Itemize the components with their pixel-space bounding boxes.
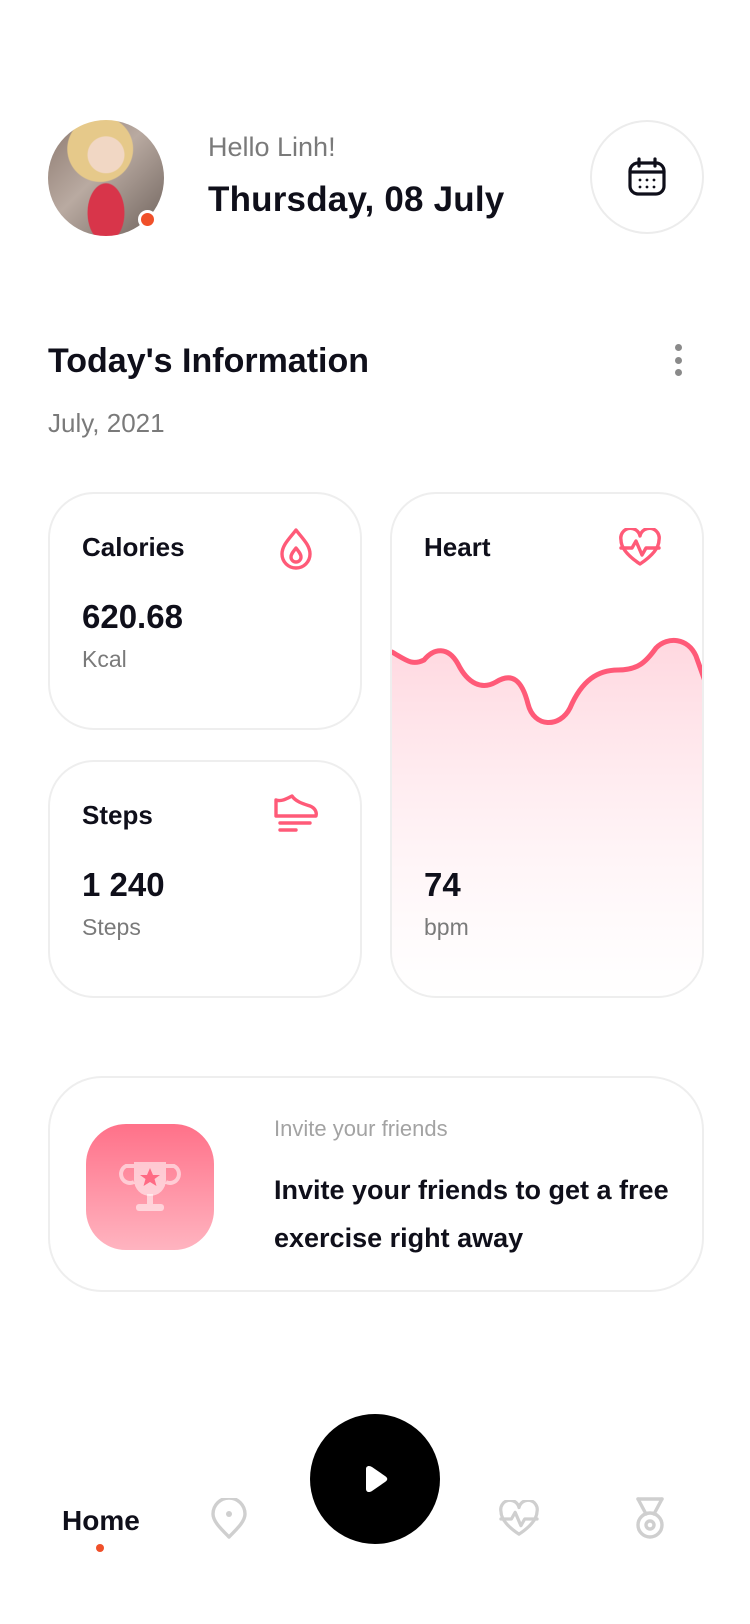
- play-button[interactable]: [310, 1414, 440, 1544]
- steps-value: 1 240: [82, 866, 165, 903]
- calendar-icon: [628, 157, 666, 196]
- nav-active-indicator: [96, 1544, 104, 1552]
- heart-pulse-nav-icon[interactable]: [498, 1500, 540, 1538]
- more-vertical-icon: [674, 344, 682, 351]
- heart-card[interactable]: Heart 74 bpm: [390, 492, 704, 998]
- calories-unit: Kcal: [82, 646, 127, 672]
- section-subtitle: July, 2021: [48, 408, 165, 438]
- more-options-button[interactable]: [668, 344, 688, 376]
- invite-badge: [86, 1124, 214, 1250]
- heart-unit: bpm: [424, 914, 469, 940]
- steps-unit: Steps: [82, 914, 141, 940]
- calories-card[interactable]: Calories 620.68 Kcal: [48, 492, 362, 730]
- invite-card[interactable]: Invite your friends Invite your friends …: [48, 1076, 704, 1292]
- nav-home[interactable]: Home: [62, 1505, 140, 1537]
- calories-title: Calories: [82, 532, 185, 562]
- flame-drop-icon: [280, 528, 312, 570]
- play-icon: [366, 1465, 388, 1493]
- sneaker-icon: [274, 794, 318, 832]
- map-pin-icon[interactable]: [210, 1498, 248, 1540]
- heart-title: Heart: [424, 532, 491, 562]
- heart-value: 74: [424, 866, 461, 903]
- invite-message: Invite your friends to get a free exerci…: [274, 1175, 669, 1253]
- steps-card[interactable]: Steps 1 240 Steps: [48, 760, 362, 998]
- calendar-button[interactable]: [590, 120, 704, 234]
- steps-title: Steps: [82, 800, 153, 830]
- heart-pulse-icon: [619, 528, 661, 566]
- invite-kicker: Invite your friends: [274, 1116, 448, 1141]
- trophy-icon: [119, 1162, 181, 1211]
- online-status-dot: [138, 210, 157, 229]
- greeting-text: Hello Linh!: [208, 132, 336, 162]
- section-title: Today's Information: [48, 342, 370, 380]
- medal-icon[interactable]: [632, 1496, 668, 1540]
- calories-value: 620.68: [82, 598, 183, 635]
- date-title: Thursday, 08 July: [208, 180, 505, 219]
